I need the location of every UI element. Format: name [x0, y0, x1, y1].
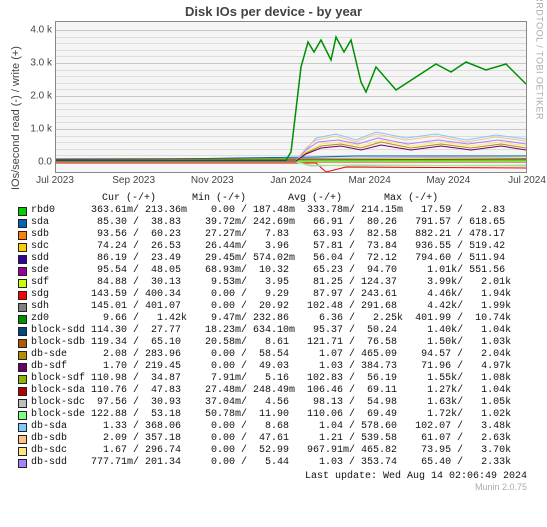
legend-swatch [18, 339, 27, 348]
legend-swatch [18, 267, 27, 276]
legend-text: sdd 86.19 / 23.49 29.45m/ 574.02m 56.04 … [31, 253, 505, 265]
legend-swatch [18, 303, 27, 312]
legend-row: db-sde 2.08 / 283.96 0.00 / 58.54 1.07 /… [18, 349, 537, 361]
legend-text: block-sde 122.88 / 53.18 50.78m/ 11.90 1… [31, 409, 511, 421]
legend-text: block-sda 110.76 / 47.83 27.48m/ 248.49m… [31, 385, 511, 397]
legend-text: db-sdd 777.71m/ 201.34 0.00 / 5.44 1.03 … [31, 457, 511, 469]
legend-swatch [18, 207, 27, 216]
last-update: Last update: Wed Aug 14 02:06:49 2024 [0, 471, 527, 482]
legend-text: block-sdc 97.56 / 30.93 37.04m/ 4.56 98.… [31, 397, 511, 409]
munin-version: Munin 2.0.75 [0, 482, 527, 492]
legend-row: block-sdc 97.56 / 30.93 37.04m/ 4.56 98.… [18, 397, 537, 409]
legend-text: db-sde 2.08 / 283.96 0.00 / 58.54 1.07 /… [31, 349, 511, 361]
y-tick-label: 3.0 k [30, 58, 52, 69]
legend-swatch [18, 447, 27, 456]
legend-row: db-sdd 777.71m/ 201.34 0.00 / 5.44 1.03 … [18, 457, 537, 469]
x-tick-label: Jan 2024 [270, 175, 311, 186]
x-tick-label: Sep 2023 [112, 175, 155, 186]
legend-text: sde 95.54 / 48.05 68.93m/ 10.32 65.23 / … [31, 265, 505, 277]
legend-row: sdd 86.19 / 23.49 29.45m/ 574.02m 56.04 … [18, 253, 537, 265]
legend-swatch [18, 423, 27, 432]
legend-swatch [18, 399, 27, 408]
legend-swatch [18, 291, 27, 300]
legend-swatch [18, 387, 27, 396]
x-tick-label: Mar 2024 [349, 175, 391, 186]
legend-swatch [18, 243, 27, 252]
legend-text: sdh 145.01 / 401.07 0.00 / 20.92 102.48 … [31, 301, 511, 313]
rrdtool-watermark: RRDTOOL / TOBI OETIKER [535, 0, 545, 120]
legend-row: block-sda 110.76 / 47.83 27.48m/ 248.49m… [18, 385, 537, 397]
legend-swatch [18, 255, 27, 264]
legend-row: db-sda 1.33 / 368.06 0.00 / 8.68 1.04 / … [18, 421, 537, 433]
legend-swatch [18, 351, 27, 360]
x-tick-label: Jul 2024 [508, 175, 546, 186]
legend-swatch [18, 279, 27, 288]
x-tick-label: Jul 2023 [36, 175, 74, 186]
legend-swatch [18, 459, 27, 468]
y-tick-label: 1.0 k [30, 124, 52, 135]
legend-text: zd0 9.66 / 1.42k 9.47m/ 232.86 6.36 / 2.… [31, 313, 511, 325]
legend-text: sda 85.30 / 38.83 39.72m/ 242.69m 66.91 … [31, 217, 505, 229]
legend-row: zd0 9.66 / 1.42k 9.47m/ 232.86 6.36 / 2.… [18, 313, 537, 325]
legend-row: block-sde 122.88 / 53.18 50.78m/ 11.90 1… [18, 409, 537, 421]
legend-swatch [18, 219, 27, 228]
y-tick-label: 4.0 k [30, 25, 52, 36]
legend-text: db-sdf 1.70 / 219.45 0.00 / 49.03 1.03 /… [31, 361, 511, 373]
legend-swatch [18, 327, 27, 336]
legend-text: block-sdf 110.98 / 34.87 7.91m/ 5.16 102… [31, 373, 511, 385]
legend-row: block-sdd 114.30 / 27.77 18.23m/ 634.10m… [18, 325, 537, 337]
legend-swatch [18, 411, 27, 420]
page-title: Disk IOs per device - by year [0, 0, 547, 21]
legend-row: db-sdf 1.70 / 219.45 0.00 / 49.03 1.03 /… [18, 361, 537, 373]
legend-row: sde 95.54 / 48.05 68.93m/ 10.32 65.23 / … [18, 265, 537, 277]
legend: Cur (-/+) Min (-/+) Avg (-/+) Max (-/+) … [18, 193, 537, 469]
legend-swatch [18, 375, 27, 384]
x-tick-label: May 2024 [426, 175, 470, 186]
legend-row: sdc 74.24 / 26.53 26.44m/ 3.96 57.81 / 7… [18, 241, 537, 253]
legend-row: sdh 145.01 / 401.07 0.00 / 20.92 102.48 … [18, 301, 537, 313]
y-axis-label: IOs/second read (-) / write (+) [10, 46, 22, 190]
y-tick-label: 0.0 [38, 157, 52, 168]
legend-swatch [18, 435, 27, 444]
legend-row: rbd0 363.61m/ 213.36m 0.00 / 187.48m 333… [18, 205, 537, 217]
legend-row: db-sdc 1.67 / 296.74 0.00 / 52.99 967.91… [18, 445, 537, 457]
legend-row: sdg 143.59 / 400.34 0.00 / 9.29 87.97 / … [18, 289, 537, 301]
legend-text: block-sdd 114.30 / 27.77 18.23m/ 634.10m… [31, 325, 511, 337]
legend-text: sdg 143.59 / 400.34 0.00 / 9.29 87.97 / … [31, 289, 511, 301]
legend-text: rbd0 363.61m/ 213.36m 0.00 / 187.48m 333… [31, 205, 505, 217]
legend-swatch [18, 363, 27, 372]
y-tick-label: 2.0 k [30, 91, 52, 102]
legend-text: db-sda 1.33 / 368.06 0.00 / 8.68 1.04 / … [31, 421, 511, 433]
legend-header: Cur (-/+) Min (-/+) Avg (-/+) Max (-/+) [18, 193, 537, 205]
legend-row: db-sdb 2.09 / 357.18 0.00 / 47.61 1.21 /… [18, 433, 537, 445]
chart-series-svg [56, 22, 526, 172]
legend-row: sda 85.30 / 38.83 39.72m/ 242.69m 66.91 … [18, 217, 537, 229]
legend-row: block-sdb 119.34 / 65.10 20.58m/ 8.61 12… [18, 337, 537, 349]
legend-row: sdf 84.88 / 30.13 9.53m/ 3.95 81.25 / 12… [18, 277, 537, 289]
legend-text: db-sdb 2.09 / 357.18 0.00 / 47.61 1.21 /… [31, 433, 511, 445]
legend-text: block-sdb 119.34 / 65.10 20.58m/ 8.61 12… [31, 337, 511, 349]
legend-row: sdb 93.56 / 60.23 27.27m/ 7.83 63.93 / 8… [18, 229, 537, 241]
chart-plot-area: 0.01.0 k2.0 k3.0 k4.0 k [55, 21, 527, 173]
x-tick-label: Nov 2023 [191, 175, 234, 186]
legend-text: sdb 93.56 / 60.23 27.27m/ 7.83 63.93 / 8… [31, 229, 505, 241]
legend-row: block-sdf 110.98 / 34.87 7.91m/ 5.16 102… [18, 373, 537, 385]
legend-text: sdf 84.88 / 30.13 9.53m/ 3.95 81.25 / 12… [31, 277, 511, 289]
legend-text: sdc 74.24 / 26.53 26.44m/ 3.96 57.81 / 7… [31, 241, 505, 253]
legend-text: db-sdc 1.67 / 296.74 0.00 / 52.99 967.91… [31, 445, 511, 457]
legend-swatch [18, 231, 27, 240]
x-axis-ticks: Jul 2023Sep 2023Nov 2023Jan 2024Mar 2024… [55, 173, 527, 189]
legend-swatch [18, 315, 27, 324]
